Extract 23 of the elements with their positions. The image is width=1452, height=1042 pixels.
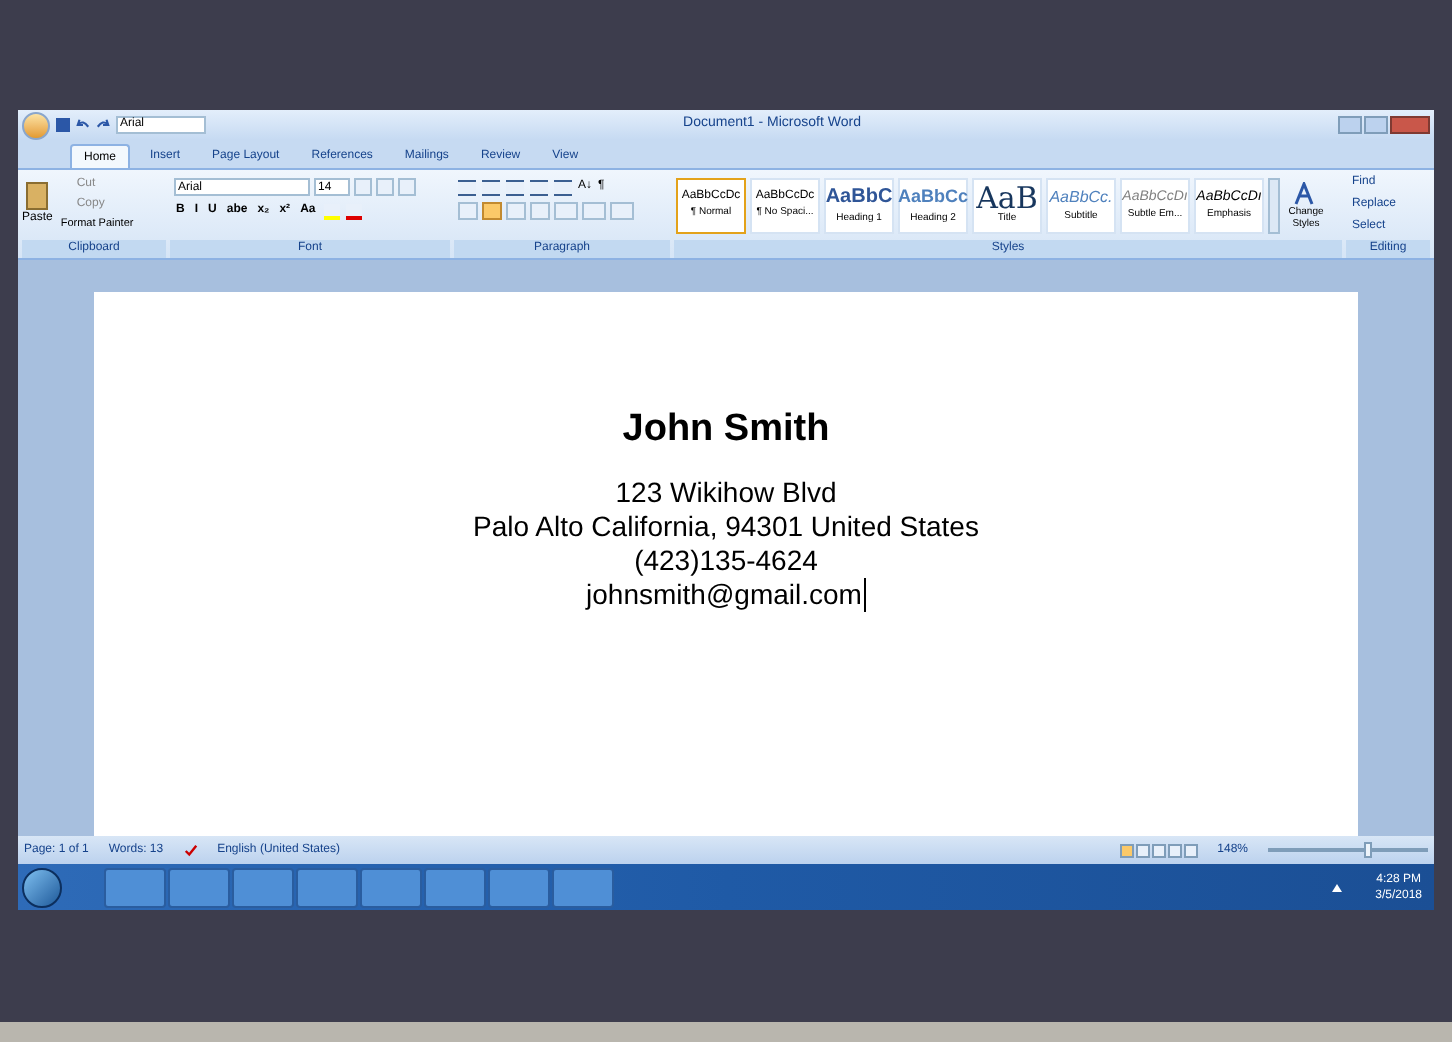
- office-button[interactable]: [22, 111, 50, 139]
- taskbar-button[interactable]: [488, 867, 550, 907]
- taskbar-button[interactable]: [104, 867, 166, 907]
- font-color-icon[interactable]: [345, 203, 362, 219]
- document-heading: John Smith: [622, 406, 830, 454]
- redo-icon[interactable]: [96, 118, 110, 132]
- styles-icon: [1294, 181, 1318, 205]
- start-button[interactable]: [22, 867, 62, 907]
- taskbar-button[interactable]: [360, 867, 422, 907]
- taskbar-button[interactable]: [296, 867, 358, 907]
- zoom-thumb[interactable]: [1364, 842, 1372, 858]
- document-line: (423)135-4624: [634, 543, 818, 577]
- proofing-icon[interactable]: [183, 843, 198, 857]
- document-line: Palo Alto California, 94301 United States: [473, 509, 979, 543]
- clipboard-icon: [26, 182, 49, 210]
- tray-arrow-icon[interactable]: [1331, 883, 1342, 891]
- taskbar-button[interactable]: [552, 867, 614, 907]
- document-line: johnsmith@gmail.com: [586, 577, 866, 611]
- taskbar-button[interactable]: [168, 867, 230, 907]
- taskbar-button[interactable]: [232, 867, 294, 907]
- taskbar-button[interactable]: [424, 867, 486, 907]
- document-line: 123 Wikihow Blvd: [615, 475, 837, 509]
- undo-icon[interactable]: [76, 118, 90, 132]
